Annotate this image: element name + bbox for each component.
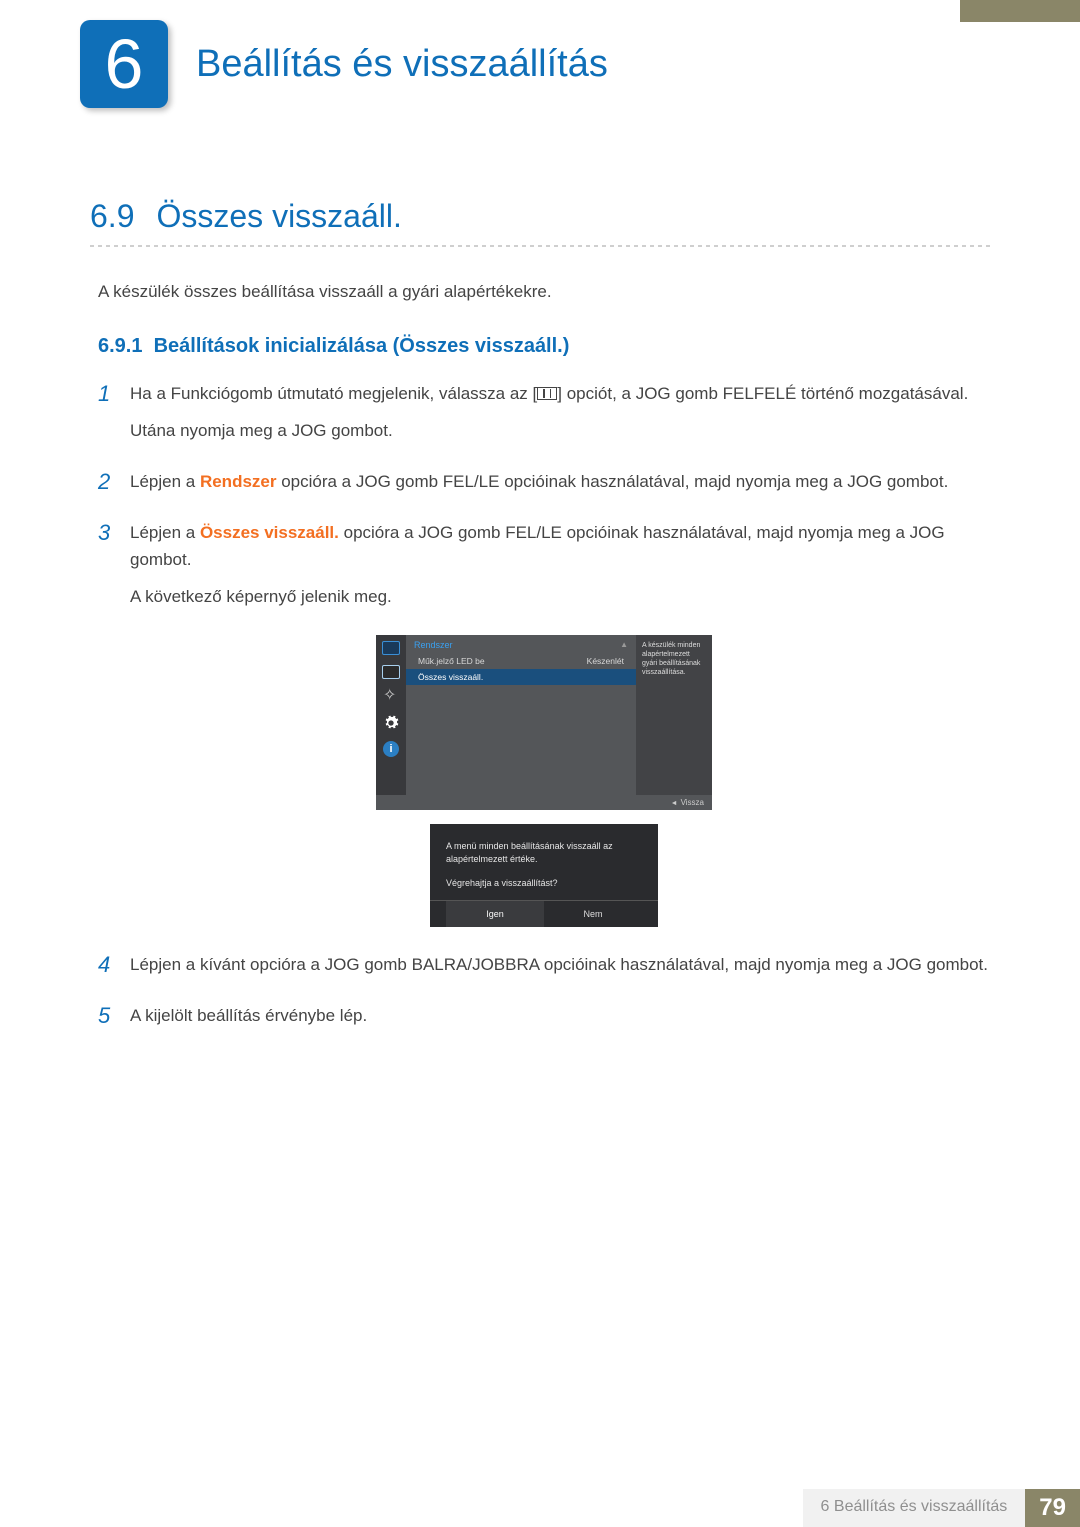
osd-row-reset-selected: Összes visszaáll. — [406, 669, 636, 685]
step-4: 4 Lépjen a kívánt opcióra a JOG gomb BAL… — [98, 951, 990, 988]
steps-list: 1 Ha a Funkciógomb útmutató megjelenik, … — [98, 380, 990, 1040]
osd-main-panel: Rendszer ▲ Műk.jelző LED be Készenlét Öss… — [406, 635, 636, 795]
info-icon: i — [383, 741, 399, 757]
footer-page-number: 79 — [1025, 1489, 1080, 1527]
step-2: 2 Lépjen a Rendszer opcióra a JOG gomb F… — [98, 468, 990, 505]
confirm-text-1: A menü minden beállításának visszaáll az… — [446, 840, 642, 867]
step-body: Lépjen a Rendszer opcióra a JOG gomb FEL… — [130, 468, 948, 505]
footer-chapter-label: 6 Beállítás és visszaállítás — [803, 1489, 1026, 1527]
triangle-left-icon: ◄ — [671, 800, 678, 807]
step-5: 5 A kijelölt beállítás érvénybe lép. — [98, 1002, 990, 1039]
osd-sidebar: i — [376, 635, 406, 795]
chapter-title: Beállítás és visszaállítás — [196, 43, 608, 86]
confirm-yes-button[interactable]: Igen — [446, 901, 544, 927]
osd-help-panel: A készülék minden alapértelmezett gyári … — [636, 635, 712, 795]
confirm-text-2: Végrehajtja a visszaállítást? — [446, 877, 642, 891]
confirm-dialog: A menü minden beállításának visszaáll az… — [430, 824, 658, 928]
step-body: Lépjen a kívánt opcióra a JOG gomb BALRA… — [130, 951, 988, 988]
arrows-icon — [383, 689, 399, 705]
step-3: 3 Lépjen a Összes visszaáll. opcióra a J… — [98, 519, 990, 621]
top-accent-bar — [960, 0, 1080, 22]
step-number: 2 — [98, 468, 130, 505]
confirm-no-button[interactable]: Nem — [544, 901, 642, 927]
step-body: Ha a Funkciógomb útmutató megjelenik, vá… — [130, 380, 968, 454]
subsection-number: 6.9.1 — [98, 335, 142, 357]
monitor-icon — [382, 641, 400, 655]
step-number: 3 — [98, 519, 130, 621]
chapter-number-badge: 6 — [80, 20, 168, 108]
osd-title: Rendszer — [414, 640, 453, 650]
step-number: 5 — [98, 1002, 130, 1039]
keyword-osszes-visszaall: Összes visszaáll. — [200, 523, 339, 542]
gear-icon — [383, 715, 399, 731]
chapter-header: 6 Beállítás és visszaállítás — [0, 0, 1080, 108]
step-number: 1 — [98, 380, 130, 454]
section-title-text: Összes visszaáll. — [156, 198, 401, 234]
section-heading: 6.9 Összes visszaáll. — [90, 198, 990, 235]
osd-row-led: Műk.jelző LED be Készenlét — [406, 653, 636, 669]
osd-footer: ◄Vissza — [376, 795, 712, 810]
step-number: 4 — [98, 951, 130, 988]
keyword-rendszer: Rendszer — [200, 472, 277, 491]
caret-up-icon: ▲ — [620, 640, 628, 650]
step-body: A kijelölt beállítás érvénybe lép. — [130, 1002, 367, 1039]
subsection-title-text: Beállítások inicializálása (Összes vissz… — [154, 335, 570, 357]
menu-icon — [537, 387, 557, 400]
step-1: 1 Ha a Funkciógomb útmutató megjelenik, … — [98, 380, 990, 454]
section-underline — [90, 245, 990, 247]
page-footer: 6 Beállítás és visszaállítás 79 — [803, 1489, 1080, 1527]
picture-icon — [382, 665, 400, 679]
section-intro: A készülék összes beállítása visszaáll a… — [98, 279, 990, 305]
subsection-heading: 6.9.1 Beállítások inicializálása (Összes… — [98, 335, 990, 358]
section: 6.9 Összes visszaáll. A készülék összes b… — [0, 198, 1080, 1040]
step-body: Lépjen a Összes visszaáll. opcióra a JOG… — [130, 519, 990, 621]
osd-screenshot: i Rendszer ▲ Műk.jelző LED be Készenlét Ö… — [98, 635, 990, 928]
section-number: 6.9 — [90, 198, 134, 234]
